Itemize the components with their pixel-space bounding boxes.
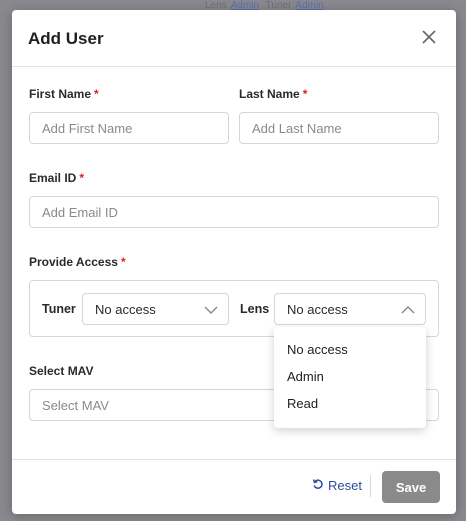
save-button[interactable]: Save [382, 471, 440, 503]
add-user-modal: Add User First Name* Last Name* Email ID… [12, 10, 456, 514]
modal-footer: Reset Save [12, 459, 456, 514]
reset-label: Reset [328, 478, 362, 493]
dropdown-option-read[interactable]: Read [274, 390, 426, 417]
reset-icon [312, 478, 324, 493]
tuner-label: Tuner [42, 302, 76, 316]
select-mav-placeholder: Select MAV [42, 398, 109, 413]
dropdown-option-no-access[interactable]: No access [274, 336, 426, 363]
email-input[interactable] [29, 196, 439, 228]
first-name-label: First Name * [29, 87, 99, 101]
lens-access-select[interactable]: No access [274, 293, 426, 325]
required-marker: * [302, 87, 308, 101]
first-name-input[interactable] [29, 112, 229, 144]
select-mav-label: Select MAV [29, 364, 94, 378]
lens-label: Lens [240, 302, 270, 316]
reset-button[interactable]: Reset [312, 478, 362, 493]
tuner-access-select[interactable]: No access [82, 293, 229, 325]
footer-divider [370, 475, 371, 497]
modal-title: Add User [28, 29, 104, 48]
required-marker: * [79, 171, 85, 185]
last-name-input[interactable] [239, 112, 439, 144]
required-marker: * [94, 87, 99, 101]
close-icon [422, 30, 436, 44]
modal-header: Add User [12, 10, 456, 67]
provide-access-label: Provide Access * [29, 255, 126, 269]
chevron-up-icon [401, 303, 415, 321]
close-button[interactable] [418, 26, 440, 48]
tuner-access-value: No access [95, 302, 156, 317]
lens-access-value: No access [287, 302, 348, 317]
dropdown-option-admin[interactable]: Admin [274, 363, 426, 390]
email-label: Email ID * [29, 171, 85, 185]
last-name-label: Last Name * [239, 87, 308, 101]
required-marker: * [120, 255, 126, 269]
chevron-down-icon [204, 303, 218, 321]
lens-access-dropdown: No access Admin Read [274, 327, 426, 428]
